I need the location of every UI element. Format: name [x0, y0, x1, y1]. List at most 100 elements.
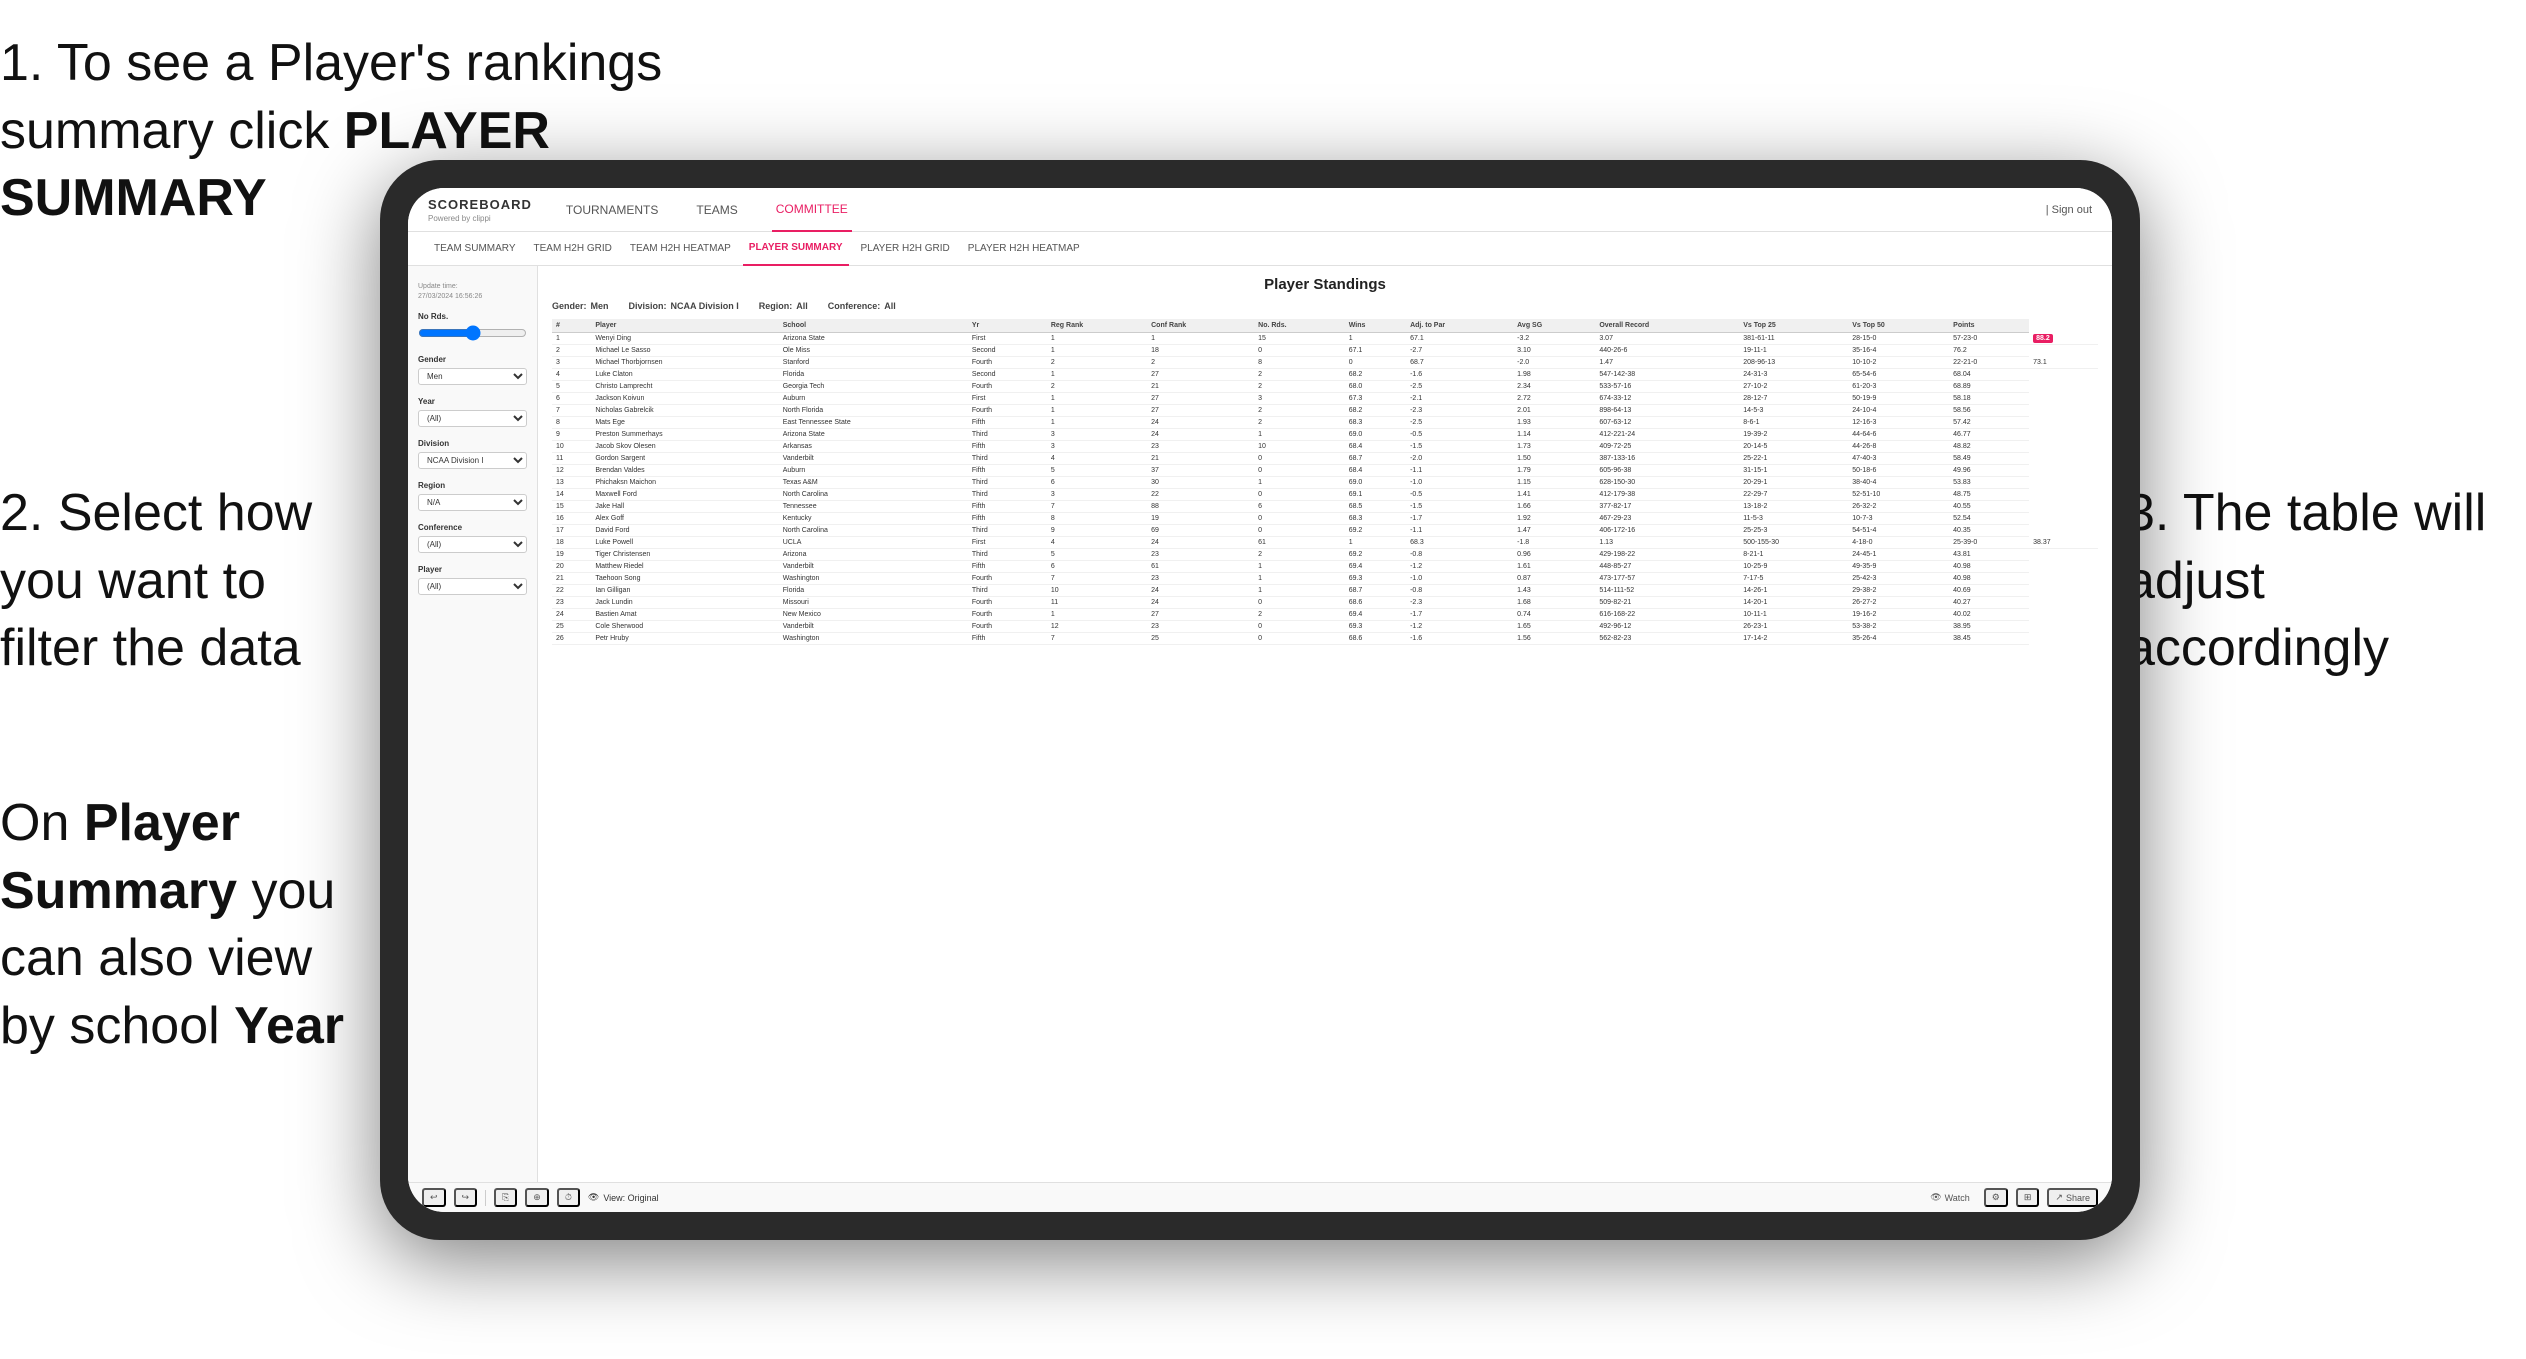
no-rds-filter: No Rds.	[418, 312, 527, 343]
table-cell: 22-21-0	[1949, 357, 2029, 369]
table-cell: 19-39-2	[1739, 429, 1848, 441]
table-row: 6Jackson KoivunAuburnFirst127367.3-2.12.…	[552, 393, 2098, 405]
table-cell: 509-82-21	[1595, 597, 1739, 609]
table-cell: 88.2	[2029, 333, 2098, 345]
gender-select[interactable]: Men	[418, 368, 527, 385]
table-cell: 10-7-3	[1848, 513, 1949, 525]
table-cell: 69.3	[1345, 621, 1406, 633]
table-cell: 19-16-2	[1848, 609, 1949, 621]
paste-button[interactable]: ⊕	[525, 1188, 549, 1207]
conference-select[interactable]: (All)	[418, 536, 527, 553]
gender-label: Gender	[418, 355, 527, 364]
table-cell: 1.50	[1513, 453, 1595, 465]
table-cell: 547-142-38	[1595, 369, 1739, 381]
subnav-team-summary[interactable]: TEAM SUMMARY	[428, 232, 522, 266]
subnav-team-h2h-heatmap[interactable]: TEAM H2H HEATMAP	[624, 232, 737, 266]
table-cell: -2.7	[1406, 345, 1513, 357]
table-cell: 68.6	[1345, 597, 1406, 609]
table-cell: Third	[968, 525, 1047, 537]
year-filter: Year (All)	[418, 397, 527, 427]
table-cell: 2	[1047, 357, 1147, 369]
table-cell: -1.7	[1406, 513, 1513, 525]
redo-button[interactable]: ↪	[454, 1188, 478, 1207]
main-content: Update time: 27/03/2024 16:56:26 No Rds.…	[408, 266, 2112, 1182]
table-cell: 26-32-2	[1848, 501, 1949, 513]
table-cell: 7	[1047, 501, 1147, 513]
nav-teams[interactable]: TEAMS	[692, 188, 741, 232]
clock-button[interactable]: ⏱	[557, 1188, 580, 1207]
table-row: 8Mats EgeEast Tennessee StateFifth124268…	[552, 417, 2098, 429]
col-points: Points	[1949, 319, 2029, 333]
table-cell: 3	[1047, 489, 1147, 501]
watch-button[interactable]: 👁 Watch	[1924, 1190, 1976, 1205]
table-cell: 10-25-9	[1739, 561, 1848, 573]
table-cell: 14-20-1	[1739, 597, 1848, 609]
table-cell: -1.6	[1406, 633, 1513, 645]
table-row: 1Wenyi DingArizona StateFirst1115167.1-3…	[552, 333, 2098, 345]
table-row: 16Alex GoffKentuckyFifth819068.3-1.71.92…	[552, 513, 2098, 525]
table-cell: Arizona State	[779, 429, 968, 441]
table-cell: North Carolina	[779, 489, 968, 501]
table-cell: 68.3	[1406, 537, 1513, 549]
col-avg-sg: Avg SG	[1513, 319, 1595, 333]
table-cell: 48.75	[1949, 489, 2029, 501]
table-cell: 1.79	[1513, 465, 1595, 477]
table-cell: 69.2	[1345, 549, 1406, 561]
table-cell: 1	[1047, 345, 1147, 357]
table-cell: 24	[1147, 537, 1254, 549]
col-wins: Wins	[1345, 319, 1406, 333]
table-cell: 18	[552, 537, 591, 549]
subnav-player-h2h-heatmap[interactable]: PLAYER H2H HEATMAP	[962, 232, 1086, 266]
table-cell: -0.5	[1406, 429, 1513, 441]
table-cell: 69.0	[1345, 477, 1406, 489]
table-cell: -1.2	[1406, 621, 1513, 633]
region-label: Region	[418, 481, 527, 490]
table-row: 26Petr HrubyWashingtonFifth725068.6-1.61…	[552, 633, 2098, 645]
table-cell: 25	[1147, 633, 1254, 645]
table-row: 24Bastien AmatNew MexicoFourth127269.4-1…	[552, 609, 2098, 621]
table-cell: 1	[1254, 429, 1345, 441]
table-row: 15Jake HallTennesseeFifth788668.5-1.51.6…	[552, 501, 2098, 513]
table-cell: 1	[1147, 333, 1254, 345]
col-conf-rank: Conf Rank	[1147, 319, 1254, 333]
division-select[interactable]: NCAA Division I	[418, 452, 527, 469]
table-cell: North Carolina	[779, 525, 968, 537]
table-cell: 68.04	[1949, 369, 2029, 381]
subnav-player-summary[interactable]: PLAYER SUMMARY	[743, 232, 849, 266]
sign-out-link[interactable]: | Sign out	[2046, 204, 2092, 216]
table-cell: Washington	[779, 633, 968, 645]
table-cell: 1.15	[1513, 477, 1595, 489]
grid-button[interactable]: ⊞	[2016, 1188, 2040, 1207]
table-cell: 2	[1254, 381, 1345, 393]
table-cell: 1.73	[1513, 441, 1595, 453]
view-selector[interactable]: 👁 View: Original	[588, 1192, 659, 1203]
nav-tournaments[interactable]: TOURNAMENTS	[562, 188, 662, 232]
table-cell: 40.35	[1949, 525, 2029, 537]
copy-button[interactable]: ⎘	[494, 1188, 517, 1207]
table-cell: Matthew Riedel	[591, 561, 778, 573]
region-select[interactable]: N/A	[418, 494, 527, 511]
table-cell: East Tennessee State	[779, 417, 968, 429]
year-select[interactable]: (All)	[418, 410, 527, 427]
table-cell: 23	[1147, 573, 1254, 585]
table-cell: 4	[552, 369, 591, 381]
settings-button[interactable]: ⚙	[1984, 1188, 2008, 1207]
conference-chip: Conference: All	[828, 301, 896, 311]
table-cell: 11-5-3	[1739, 513, 1848, 525]
nav-committee[interactable]: COMMITTEE	[772, 188, 852, 232]
subnav-team-h2h-grid[interactable]: TEAM H2H GRID	[528, 232, 618, 266]
table-cell: 40.55	[1949, 501, 2029, 513]
table-cell: 11	[1047, 597, 1147, 609]
table-cell: Jake Hall	[591, 501, 778, 513]
logo-area: SCOREBOARD Powered by clippi	[428, 196, 532, 223]
table-cell: 562-82-23	[1595, 633, 1739, 645]
table-cell: Preston Summerhays	[591, 429, 778, 441]
player-select[interactable]: (All)	[418, 578, 527, 595]
no-rds-slider[interactable]	[418, 325, 527, 341]
undo-button[interactable]: ↩	[422, 1188, 446, 1207]
table-cell: 0.74	[1513, 609, 1595, 621]
table-row: 4Luke ClatonFloridaSecond127268.2-1.61.9…	[552, 369, 2098, 381]
share-button[interactable]: ↗ Share	[2047, 1188, 2098, 1207]
table-cell: 27	[1147, 393, 1254, 405]
subnav-player-h2h-grid[interactable]: PLAYER H2H GRID	[855, 232, 956, 266]
